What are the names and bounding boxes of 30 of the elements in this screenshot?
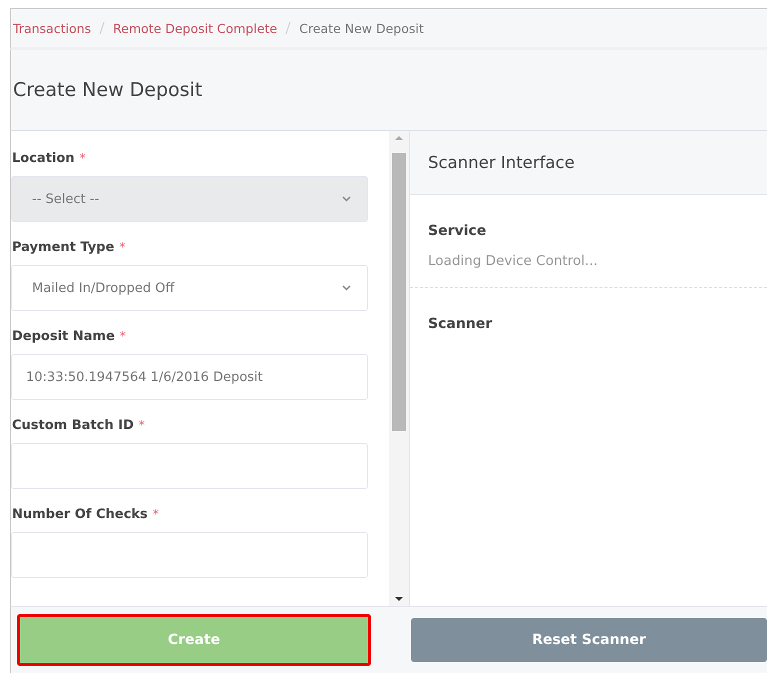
chevron-down-icon [342, 285, 351, 291]
page-title: Create New Deposit [13, 79, 202, 101]
select-field[interactable]: Mailed In/Dropped Off [11, 265, 368, 311]
scrollbar[interactable] [389, 131, 409, 606]
required-mark: * [119, 240, 126, 254]
section-heading: Scanner [428, 316, 494, 332]
scroll-down-icon[interactable] [395, 596, 403, 602]
scroll-up-icon[interactable] [395, 135, 403, 141]
field-label: Deposit Name [12, 329, 115, 344]
section-heading: Service [428, 223, 488, 239]
field-label: Number Of Checks [12, 507, 148, 522]
field-label: Custom Batch ID [12, 418, 134, 433]
field-label: Payment Type [12, 240, 114, 255]
panel-title: Scanner Interface [428, 153, 575, 172]
required-mark: * [120, 329, 126, 343]
input-field[interactable] [11, 532, 368, 578]
required-mark: * [80, 151, 86, 165]
slash-separator-icon [285, 22, 292, 34]
reset-button[interactable]: Reset Scanner [411, 618, 767, 662]
input-field[interactable]: 10:33:50.1947564 1/6/2016 Deposit [11, 354, 368, 400]
breadcrumb-current: Create New Deposit [299, 20, 424, 36]
required-mark: * [152, 507, 159, 521]
required-mark: * [138, 418, 145, 432]
breadcrumb-link[interactable]: Transactions [13, 20, 92, 36]
field-label: Location [12, 151, 75, 166]
breadcrumb-link[interactable]: Remote Deposit Complete [113, 20, 278, 36]
slash-separator-icon [99, 22, 106, 34]
chevron-down-icon [342, 196, 351, 202]
input-field[interactable] [11, 443, 368, 489]
status-text: Loading Device Control... [428, 253, 599, 269]
